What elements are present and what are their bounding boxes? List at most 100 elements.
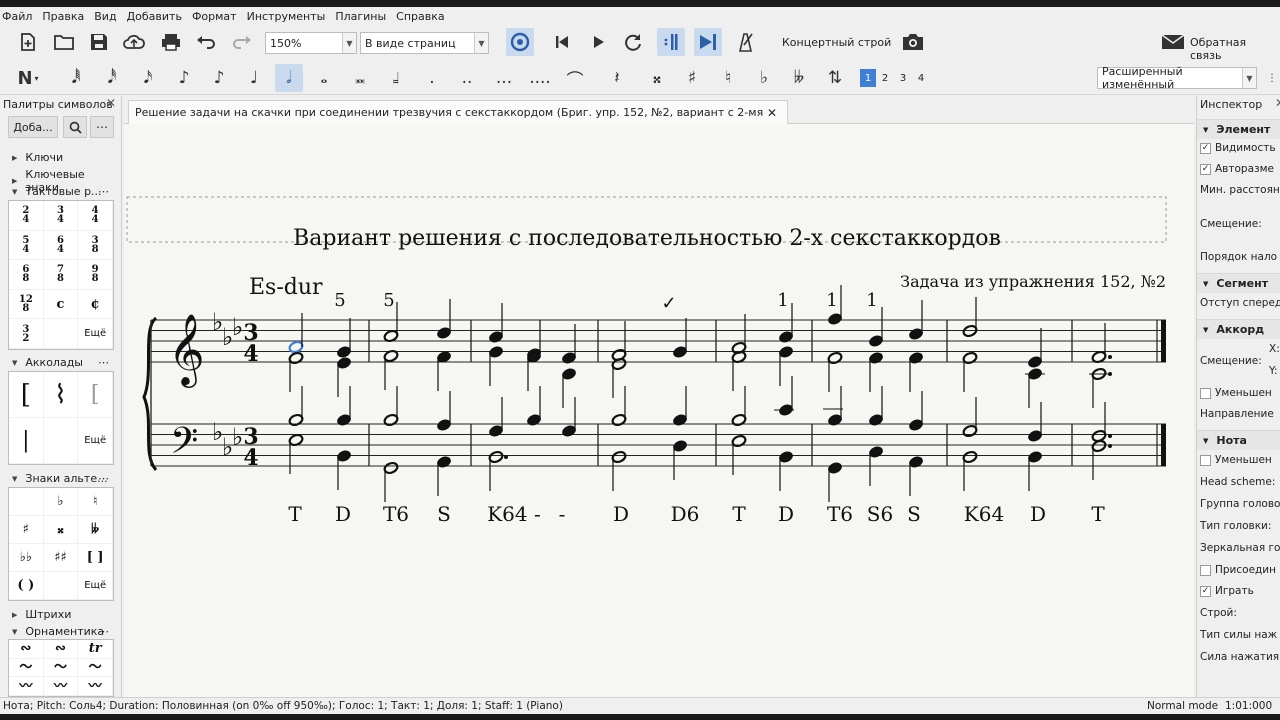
chevron-down-icon[interactable]: ▼: [1242, 68, 1256, 88]
note-input-n-icon[interactable]: N ▾: [14, 64, 42, 92]
more-options-icon[interactable]: ⋯: [98, 185, 110, 198]
empty-cell[interactable]: [43, 572, 79, 600]
note[interactable]: [1091, 402, 1107, 443]
natural-icon[interactable]: ♮: [714, 64, 742, 92]
score-tab[interactable]: Решение задачи на скачки при соединении …: [128, 100, 788, 124]
chevron-down-icon[interactable]: ▼: [474, 33, 488, 53]
score-canvas[interactable]: Вариант решения с последовательностью 2-…: [124, 124, 1194, 697]
bass-clef-icon[interactable]: 𝄢: [170, 420, 198, 471]
menu-item[interactable]: Правка: [42, 10, 84, 23]
palette-articulations[interactable]: ▶ Штрихи: [12, 608, 71, 621]
parentheses-accidental-icon[interactable]: ( ): [9, 572, 44, 600]
note[interactable]: [908, 455, 924, 496]
harmony-label[interactable]: T: [288, 502, 302, 526]
more-options-icon[interactable]: ⋯: [98, 356, 110, 369]
8th-note-icon[interactable]: ♪: [170, 64, 198, 92]
small-note-checkbox[interactable]: Уменьшен: [1200, 454, 1272, 466]
mordent-long-icon[interactable]: 〜: [78, 658, 113, 678]
double-sharp-icon[interactable]: 𝄪: [43, 516, 79, 544]
camera-icon[interactable]: [899, 28, 927, 56]
flat-icon[interactable]: ♭: [750, 64, 778, 92]
note[interactable]: [1027, 328, 1043, 369]
visible-checkbox[interactable]: ✓ Видимость: [1200, 142, 1276, 154]
save-icon[interactable]: [85, 28, 113, 56]
harmony-label[interactable]: D: [335, 502, 351, 526]
key-label[interactable]: Es-dur: [249, 275, 323, 300]
note[interactable]: [672, 386, 688, 427]
inspector-section-segment[interactable]: ▼ Сегмент: [1197, 273, 1280, 293]
voice-4-button[interactable]: 4: [913, 69, 929, 87]
augmentation-dot[interactable]: [1108, 434, 1112, 438]
harmony-label[interactable]: T: [732, 502, 746, 526]
note[interactable]: [288, 386, 304, 427]
note[interactable]: [436, 299, 452, 340]
64th-note-icon[interactable]: 𝅘𝅥𝅱: [62, 64, 90, 92]
stacking-row[interactable]: Порядок нало: [1200, 251, 1277, 263]
fingering[interactable]: 1: [777, 290, 788, 311]
small-chord-checkbox[interactable]: Уменьшен: [1200, 387, 1272, 399]
harmony-label[interactable]: D: [1030, 502, 1046, 526]
triple-flat-icon[interactable]: ♭♭: [9, 544, 44, 572]
note[interactable]: [288, 351, 304, 392]
menu-item[interactable]: Добавить: [127, 10, 182, 23]
voice-3-button[interactable]: 3: [895, 69, 911, 87]
final-barline-thick[interactable]: [1161, 424, 1166, 466]
fingering[interactable]: 5: [383, 290, 394, 311]
treble-clef-icon[interactable]: 𝄞: [168, 312, 205, 388]
leading-space-row[interactable]: Отступ спереди: [1200, 297, 1280, 309]
note[interactable]: [827, 386, 843, 427]
inverted-turn-icon[interactable]: ∾: [43, 640, 79, 659]
trill-line-icon[interactable]: 〰: [9, 677, 44, 696]
new-file-icon[interactable]: [14, 28, 42, 56]
timesig-denominator[interactable]: 4: [243, 341, 258, 367]
concert-pitch-toggle[interactable]: Концертный строй: [782, 36, 891, 49]
fingering[interactable]: 5: [334, 290, 345, 311]
mail-icon[interactable]: [1159, 28, 1187, 56]
square-bracket-cell[interactable]: [: [78, 372, 113, 418]
note[interactable]: [526, 350, 542, 391]
score-title[interactable]: Вариант решения с последовательностью 2-…: [293, 226, 1001, 251]
head-type-row[interactable]: Тип головки:: [1200, 520, 1271, 532]
harmony-label[interactable]: T6: [827, 502, 853, 526]
note[interactable]: [383, 386, 399, 427]
chevron-down-icon[interactable]: ▼: [342, 33, 356, 53]
more-options-icon[interactable]: ⋯: [98, 472, 110, 485]
palette-ornaments[interactable]: ▼ Орнаментика ⋯: [12, 625, 109, 638]
workspace-combo[interactable]: Расширенный изменённый ▼: [1097, 65, 1257, 91]
sharp-icon[interactable]: ♯: [9, 516, 44, 544]
rewind-icon[interactable]: [548, 28, 576, 56]
triple-dot-icon[interactable]: ...: [490, 64, 518, 92]
harmony-label[interactable]: S: [907, 502, 921, 526]
palette-brackets[interactable]: ▼ Акколады ⋯: [12, 356, 109, 369]
direction-row[interactable]: Направление: [1200, 408, 1274, 420]
fingering[interactable]: 1: [866, 290, 877, 311]
timesig-cell[interactable]: 24: [9, 201, 44, 231]
score-svg[interactable]: Вариант решения с последовательностью 2-…: [124, 124, 1194, 697]
min-distance-row[interactable]: Мин. расстоян: [1200, 184, 1280, 196]
close-icon[interactable]: ✕: [1275, 96, 1280, 110]
double-flat-icon[interactable]: 𝄫: [785, 64, 813, 92]
note[interactable]: [611, 450, 627, 491]
timesig-cell[interactable]: 54: [9, 230, 44, 261]
augmentation-dot[interactable]: [504, 455, 508, 459]
rest-icon[interactable]: 𝄽: [603, 64, 631, 92]
open-file-icon[interactable]: [50, 28, 78, 56]
zoom-combo[interactable]: 150% ▼: [265, 32, 357, 54]
loop-in-icon[interactable]: [657, 28, 685, 56]
flat-icon[interactable]: ♭: [232, 423, 243, 451]
sharp-icon[interactable]: ♯: [678, 64, 706, 92]
note[interactable]: [962, 450, 978, 491]
harmony-label[interactable]: S: [437, 502, 451, 526]
harmony-label[interactable]: D: [613, 502, 629, 526]
note[interactable]: [827, 351, 843, 392]
note[interactable]: [1027, 402, 1043, 443]
note[interactable]: [731, 350, 747, 391]
empty-cell[interactable]: [43, 418, 79, 464]
note[interactable]: [436, 391, 452, 432]
offset-row[interactable]: Смещение:: [1200, 218, 1262, 230]
loop-icon[interactable]: [619, 28, 647, 56]
note[interactable]: [672, 439, 688, 480]
inspector-section-note[interactable]: ▼ Нота: [1197, 430, 1280, 450]
timesig-cell[interactable]: 12 8: [9, 289, 44, 320]
close-icon[interactable]: ✕: [767, 106, 777, 120]
